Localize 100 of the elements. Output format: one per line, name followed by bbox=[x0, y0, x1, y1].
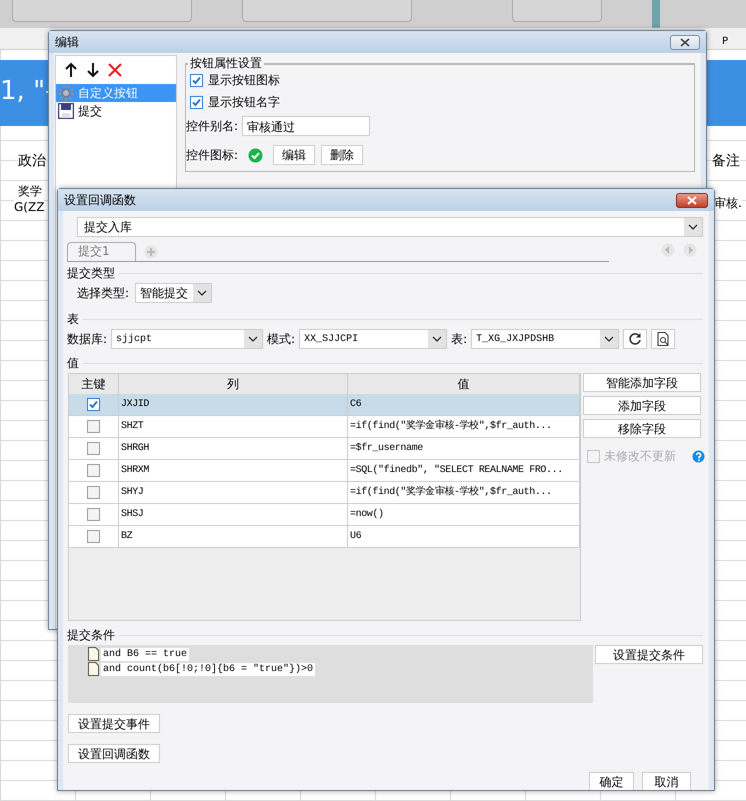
callback-button[interactable]: 设置回调函数 bbox=[68, 744, 160, 763]
checkbox-label: 显示按钮名字 bbox=[208, 94, 280, 111]
table-row[interactable]: SHZT =if(find("奖学金审核-学校",$fr_auth... bbox=[69, 416, 580, 438]
table-row[interactable]: BZ U6 bbox=[69, 526, 580, 548]
document-icon bbox=[88, 647, 99, 661]
field-label: 控件图标: bbox=[186, 146, 238, 164]
field-label: 数据库: bbox=[67, 330, 108, 348]
section-title: 提交条件 bbox=[67, 627, 115, 644]
table-row[interactable]: SHRXM =SQL("finedb", "SELECT REALNAME FRO... bbox=[69, 460, 580, 482]
checkbox[interactable] bbox=[87, 442, 100, 455]
plus-icon bbox=[144, 244, 158, 258]
condition-text[interactable]: and count(b6[!0;!0]{b6 = "true"})>0 bbox=[101, 662, 316, 676]
checkbox[interactable] bbox=[87, 530, 100, 543]
table-cell: 政治 bbox=[18, 152, 46, 170]
checkbox[interactable] bbox=[190, 96, 203, 109]
caret-icon bbox=[244, 330, 262, 348]
field-label: 表: bbox=[451, 330, 468, 348]
icon-button[interactable]: 删除 bbox=[321, 145, 364, 165]
source-select[interactable]: sjjcpt bbox=[111, 329, 264, 349]
table-row[interactable]: SHSJ =now() bbox=[69, 504, 580, 526]
caret-icon bbox=[193, 284, 212, 302]
icon-button[interactable]: 编辑 bbox=[273, 145, 316, 165]
delete-icon[interactable] bbox=[108, 62, 122, 78]
gear-icon bbox=[58, 85, 74, 101]
set-conditions-button[interactable]: 设置提交条件 bbox=[595, 645, 703, 664]
alias-field[interactable]: 审核通过 bbox=[242, 116, 370, 136]
group-title: 按钮属性设置 bbox=[189, 55, 263, 72]
table-row[interactable]: JXJID C6 bbox=[69, 394, 580, 416]
table-cell: SHYJ bbox=[119, 482, 348, 503]
list-item-label: 自定义按钮 bbox=[78, 84, 138, 102]
ok-button[interactable]: 确定 bbox=[589, 772, 634, 790]
checkbox[interactable] bbox=[87, 464, 100, 477]
dropdown-field[interactable] bbox=[242, 0, 412, 22]
caret-icon bbox=[684, 218, 702, 236]
table-cell: SHRGH bbox=[119, 438, 348, 459]
dropdown-field[interactable] bbox=[512, 0, 602, 22]
window-title: 编辑 bbox=[55, 34, 79, 50]
up-arrow-icon[interactable] bbox=[64, 62, 78, 78]
cancel-button[interactable]: 取消 bbox=[642, 772, 691, 790]
table-cell: 审核. bbox=[714, 195, 742, 212]
refresh-button[interactable] bbox=[623, 329, 648, 349]
section-title: 提交类型 bbox=[67, 265, 115, 282]
table-cell: SHRXM bbox=[119, 460, 348, 481]
tab[interactable]: 提交1 bbox=[67, 242, 136, 261]
field-label: 模式: bbox=[267, 330, 296, 348]
splitter-bar bbox=[652, 0, 660, 28]
submit-event-button[interactable]: 设置提交事件 bbox=[68, 714, 160, 733]
table-cell: SHSJ bbox=[119, 504, 348, 525]
table-row[interactable]: SHYJ =if(find("奖学金审核-学校",$fr_auth... bbox=[69, 482, 580, 504]
field-button[interactable]: 移除字段 bbox=[583, 419, 701, 438]
table-cell: C6 bbox=[348, 394, 580, 415]
table-cell: U6 bbox=[348, 526, 580, 547]
preview-button[interactable] bbox=[651, 329, 676, 349]
checkbox-label: 显示按钮图标 bbox=[208, 72, 280, 89]
checkbox[interactable] bbox=[87, 486, 100, 499]
down-arrow-icon[interactable] bbox=[86, 62, 100, 78]
action-select[interactable]: 提交入库 bbox=[77, 217, 703, 237]
add-tab-button[interactable] bbox=[144, 244, 158, 258]
table-cell: =if(find("奖学金审核-学校",$fr_auth... bbox=[348, 482, 580, 503]
table-cell: =SQL("finedb", "SELECT REALNAME FRO... bbox=[348, 460, 580, 481]
close-button[interactable] bbox=[670, 34, 700, 50]
document-search-icon bbox=[656, 332, 670, 346]
close-button[interactable] bbox=[676, 192, 708, 208]
table-row[interactable]: SHRGH =$fr_username bbox=[69, 438, 580, 460]
checkbox[interactable] bbox=[87, 508, 100, 521]
table-cell: =now() bbox=[348, 504, 580, 525]
checkbox[interactable] bbox=[190, 74, 203, 87]
table-cell: JXJID bbox=[119, 394, 348, 415]
table-cell: 备注 bbox=[712, 152, 740, 170]
submit-type-select[interactable]: 智能提交 bbox=[135, 283, 212, 303]
close-icon bbox=[679, 38, 691, 46]
field-button[interactable]: 智能添加字段 bbox=[583, 373, 701, 392]
list-item[interactable]: 提交 bbox=[56, 102, 176, 120]
check-circle-icon bbox=[248, 148, 264, 162]
source-select[interactable]: T_XG_JXJPDSHB bbox=[471, 329, 620, 349]
source-select[interactable]: XX_SJJCPI bbox=[299, 329, 448, 349]
window-title: 设置回调函数 bbox=[64, 192, 136, 208]
close-icon bbox=[686, 196, 698, 204]
list-item-label: 提交 bbox=[78, 102, 102, 120]
scroll-left-button[interactable] bbox=[661, 242, 675, 256]
table-cell: 奖学 bbox=[18, 183, 42, 200]
column-header: P bbox=[722, 36, 728, 47]
scroll-right-button[interactable] bbox=[683, 242, 697, 256]
refresh-icon bbox=[628, 332, 642, 346]
table-cell: =$fr_username bbox=[348, 438, 580, 459]
document-icon bbox=[88, 662, 99, 676]
condition-text[interactable]: and B6 == true bbox=[101, 648, 190, 660]
section-title: 表 bbox=[67, 311, 79, 328]
checkbox[interactable] bbox=[87, 398, 100, 411]
dropdown-field[interactable] bbox=[12, 0, 192, 22]
field-button[interactable]: 添加字段 bbox=[583, 396, 701, 415]
field-label: 控件别名: bbox=[186, 118, 238, 134]
section-title: 值 bbox=[67, 355, 79, 372]
checkbox-label: 未修改不更新 bbox=[604, 448, 676, 465]
caret-icon bbox=[428, 330, 446, 348]
help-icon[interactable] bbox=[692, 450, 705, 463]
table-cell: BZ bbox=[119, 526, 348, 547]
checkbox[interactable] bbox=[87, 420, 100, 433]
table-cell: G(ZZ bbox=[14, 200, 44, 214]
caret-icon bbox=[600, 330, 618, 348]
